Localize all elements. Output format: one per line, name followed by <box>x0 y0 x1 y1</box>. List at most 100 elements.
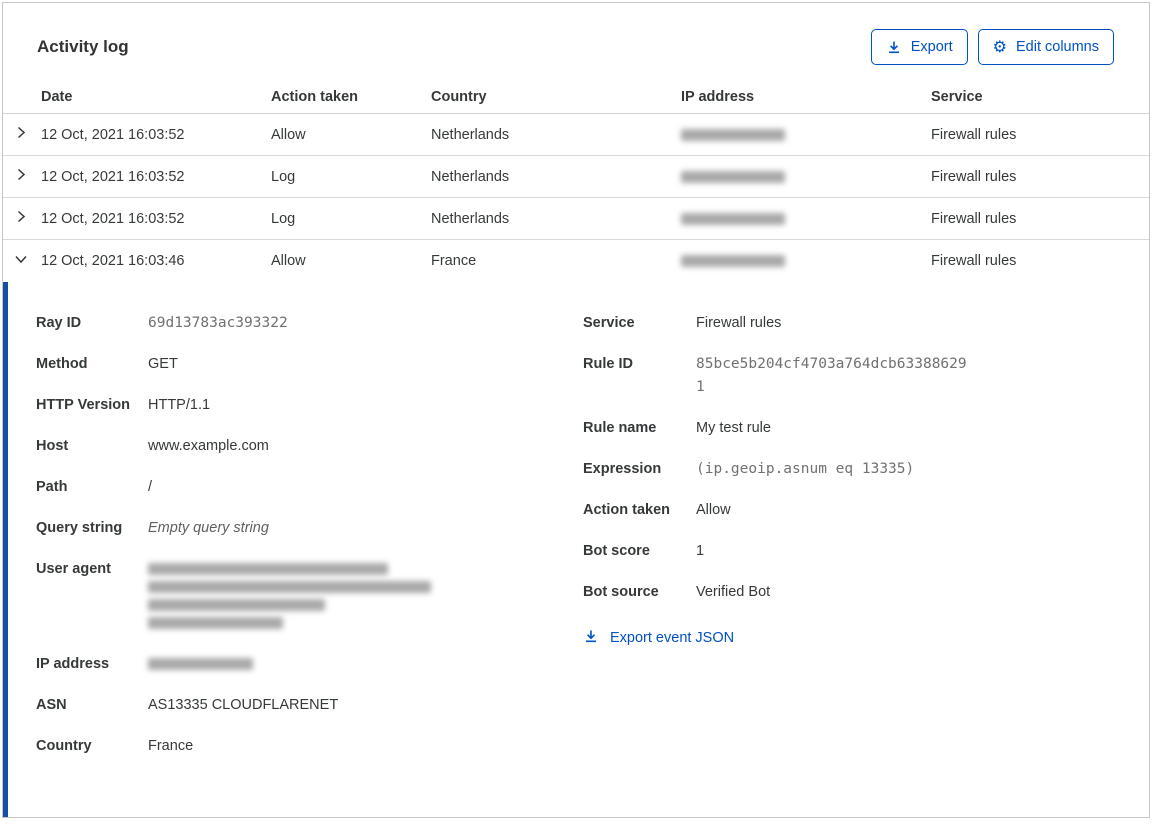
detail-label: Bot score <box>583 543 650 559</box>
toolbar: Export ⚙ Edit columns <box>870 29 1114 65</box>
cell-ip-redacted <box>681 211 931 227</box>
detail-label: Country <box>36 738 92 754</box>
collapse-row-button[interactable] <box>3 251 41 272</box>
column-header-ip: IP address <box>681 89 755 105</box>
detail-label: Query string <box>36 520 123 536</box>
detail-label: Ray ID <box>36 315 82 331</box>
cell-action: Allow <box>271 253 306 269</box>
cell-country: Netherlands <box>431 168 510 185</box>
detail-value: / <box>148 479 153 495</box>
table-row-expanded[interactable]: 12 Oct, 2021 16:03:46 Allow France Firew… <box>3 240 1149 282</box>
detail-value: www.example.com <box>148 438 269 454</box>
detail-label: Method <box>36 356 88 372</box>
event-detail-panel: Ray ID 69d13783ac393322 Method GET HTTP … <box>3 282 1149 817</box>
table-row[interactable]: 12 Oct, 2021 16:03:52 Log Netherlands Fi… <box>3 156 1149 198</box>
column-header-country: Country <box>431 89 487 105</box>
cell-service: Firewall rules <box>931 253 1017 269</box>
detail-row-host: Host www.example.com <box>36 435 583 458</box>
detail-row-method: Method GET <box>36 353 583 376</box>
detail-row-ray-id: Ray ID 69d13783ac393322 <box>36 312 583 335</box>
detail-row-bot-source: Bot source Verified Bot <box>583 581 1113 604</box>
table-header-row: Date Action taken Country IP address Ser… <box>3 81 1149 114</box>
detail-label: Bot source <box>583 584 659 600</box>
expand-row-button[interactable] <box>3 166 41 187</box>
download-icon <box>886 39 902 55</box>
detail-value: France <box>148 738 194 754</box>
detail-value-redacted <box>148 558 431 635</box>
column-header-service: Service <box>931 89 983 105</box>
chevron-down-icon <box>13 251 29 272</box>
cell-country: Netherlands <box>431 210 510 227</box>
page-title: Activity log <box>37 37 129 56</box>
cell-date: 12 Oct, 2021 16:03:46 <box>41 253 185 269</box>
cell-action: Allow <box>271 126 306 143</box>
detail-value-redacted <box>148 653 253 676</box>
cell-country: Netherlands <box>431 126 510 143</box>
cell-ip-redacted <box>681 253 931 269</box>
cell-action: Log <box>271 210 296 227</box>
detail-value: HTTP/1.1 <box>148 397 211 413</box>
column-header-date: Date <box>41 89 73 105</box>
detail-row-expression: Expression (ip.geoip.asnum eq 13335) <box>583 458 1113 481</box>
edit-columns-button[interactable]: ⚙ Edit columns <box>977 29 1114 65</box>
detail-value: GET <box>148 356 178 372</box>
detail-label: Rule ID <box>583 356 633 372</box>
detail-label: Host <box>36 438 69 454</box>
detail-row-rule-id: Rule ID 85bce5b204cf4703a764dcb633886291 <box>583 353 1113 399</box>
activity-log-table: Date Action taken Country IP address Ser… <box>3 81 1149 282</box>
cell-date: 12 Oct, 2021 16:03:52 <box>41 210 185 227</box>
chevron-right-icon <box>13 124 29 145</box>
cell-country: France <box>431 253 477 269</box>
detail-row-country: Country France <box>36 735 583 758</box>
expand-row-button[interactable] <box>3 124 41 145</box>
detail-value: Verified Bot <box>696 584 771 600</box>
detail-label: HTTP Version <box>36 397 131 413</box>
chevron-right-icon <box>13 208 29 229</box>
cell-service: Firewall rules <box>931 210 1017 227</box>
table-row[interactable]: 12 Oct, 2021 16:03:52 Allow Netherlands … <box>3 114 1149 156</box>
activity-log-card: Activity log Export ⚙ Edit columns Date … <box>2 2 1150 818</box>
detail-row-rule-name: Rule name My test rule <box>583 417 1113 440</box>
detail-row-bot-score: Bot score 1 <box>583 540 1113 563</box>
detail-column-right: Service Firewall rules Rule ID 85bce5b20… <box>583 312 1113 787</box>
detail-value: 1 <box>696 543 705 559</box>
cell-ip-redacted <box>681 169 931 185</box>
detail-label: Expression <box>583 461 662 477</box>
chevron-right-icon <box>13 166 29 187</box>
detail-label: User agent <box>36 561 111 577</box>
download-icon <box>583 628 599 648</box>
gear-icon: ⚙ <box>992 37 1007 56</box>
detail-value: 69d13783ac393322 <box>148 315 288 331</box>
export-event-json-link[interactable]: Export event JSON <box>583 628 1113 648</box>
table-row[interactable]: 12 Oct, 2021 16:03:52 Log Netherlands Fi… <box>3 198 1149 240</box>
detail-label: Rule name <box>583 420 657 436</box>
detail-value: Allow <box>696 502 731 518</box>
detail-label: Path <box>36 479 68 495</box>
detail-row-user-agent: User agent <box>36 558 583 635</box>
detail-value: My test rule <box>696 420 771 436</box>
cell-action: Log <box>271 168 296 185</box>
expand-row-button[interactable] <box>3 208 41 229</box>
detail-label: Action taken <box>583 502 671 518</box>
cell-date: 12 Oct, 2021 16:03:52 <box>41 126 185 143</box>
export-event-json-label: Export event JSON <box>610 630 735 646</box>
detail-label: ASN <box>36 697 67 713</box>
detail-value: 85bce5b204cf4703a764dcb633886291 <box>696 356 967 395</box>
detail-value: (ip.geoip.asnum eq 13335) <box>696 461 915 477</box>
detail-value: Empty query string <box>148 520 269 536</box>
column-header-action: Action taken <box>271 89 359 105</box>
detail-row-asn: ASN AS13335 CLOUDFLARENET <box>36 694 583 717</box>
detail-column-left: Ray ID 69d13783ac393322 Method GET HTTP … <box>36 312 583 787</box>
cell-service: Firewall rules <box>931 168 1017 185</box>
detail-value: AS13335 CLOUDFLARENET <box>148 697 339 713</box>
cell-service: Firewall rules <box>931 126 1017 143</box>
detail-row-http-version: HTTP Version HTTP/1.1 <box>36 394 583 417</box>
detail-value: Firewall rules <box>696 315 782 331</box>
cell-date: 12 Oct, 2021 16:03:52 <box>41 168 185 185</box>
detail-row-action-taken: Action taken Allow <box>583 499 1113 522</box>
detail-row-query-string: Query string Empty query string <box>36 517 583 540</box>
detail-row-ip-address: IP address <box>36 653 583 676</box>
detail-row-path: Path / <box>36 476 583 499</box>
detail-row-service: Service Firewall rules <box>583 312 1113 335</box>
export-button[interactable]: Export <box>870 29 968 65</box>
